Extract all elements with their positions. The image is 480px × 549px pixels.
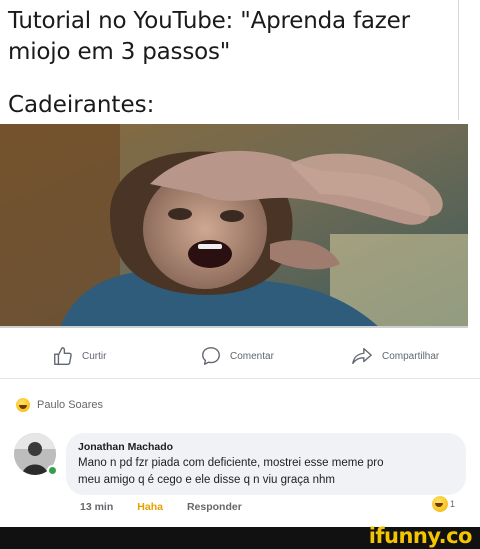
reaction-count: 1 bbox=[450, 499, 456, 509]
haha-reaction-link[interactable]: Haha bbox=[137, 501, 163, 513]
online-status-icon bbox=[47, 465, 58, 476]
caption-line-1: Tutorial no YouTube: "Aprenda fazer bbox=[8, 8, 410, 34]
post-actions: Curtir Comentar Compartilhar bbox=[0, 336, 480, 376]
share-icon bbox=[352, 347, 372, 365]
like-label: Curtir bbox=[82, 350, 107, 362]
reaction-user: Paulo Soares bbox=[37, 399, 104, 411]
comment-text-line-1: Mano n pd fzr piada com deficiente, most… bbox=[78, 457, 384, 469]
like-button[interactable]: Curtir bbox=[52, 344, 106, 368]
comment-label: Comentar bbox=[230, 350, 274, 362]
comment-text: Mano n pd fzr piada com deficiente, most… bbox=[78, 455, 454, 489]
comment-text-line-2: meu amigo q é cego e ele disse q n viu g… bbox=[78, 474, 335, 486]
haha-emoji-icon bbox=[16, 398, 30, 412]
comment-button[interactable]: Comentar bbox=[200, 344, 274, 368]
ifunny-watermark: ifunny.co bbox=[368, 524, 473, 548]
image-border bbox=[0, 326, 468, 328]
share-button[interactable]: Compartilhar bbox=[350, 344, 439, 368]
comment-reaction-count[interactable]: 1 bbox=[432, 496, 455, 512]
comment-meta: 13 min Haha Responder bbox=[80, 501, 242, 513]
comment-author[interactable]: Jonathan Machado bbox=[78, 440, 454, 454]
post-caption: Tutorial no YouTube: "Aprenda fazer mioj… bbox=[8, 6, 458, 68]
meme-photo bbox=[0, 124, 468, 328]
comment-bubble[interactable]: Jonathan Machado Mano n pd fzr piada com… bbox=[66, 433, 466, 495]
comment-icon bbox=[202, 347, 220, 365]
haha-emoji-icon bbox=[432, 496, 448, 512]
caption-line-2: miojo em 3 passos" bbox=[8, 39, 231, 65]
reaction-summary[interactable]: Paulo Soares bbox=[16, 398, 103, 412]
divider bbox=[458, 0, 459, 120]
thumbs-up-icon bbox=[54, 347, 72, 365]
share-label: Compartilhar bbox=[382, 350, 440, 362]
divider bbox=[0, 378, 480, 379]
reply-link[interactable]: Responder bbox=[187, 501, 242, 513]
caption-line-3: Cadeirantes: bbox=[8, 92, 155, 118]
post-image[interactable] bbox=[0, 124, 468, 328]
comment-time[interactable]: 13 min bbox=[80, 501, 113, 513]
